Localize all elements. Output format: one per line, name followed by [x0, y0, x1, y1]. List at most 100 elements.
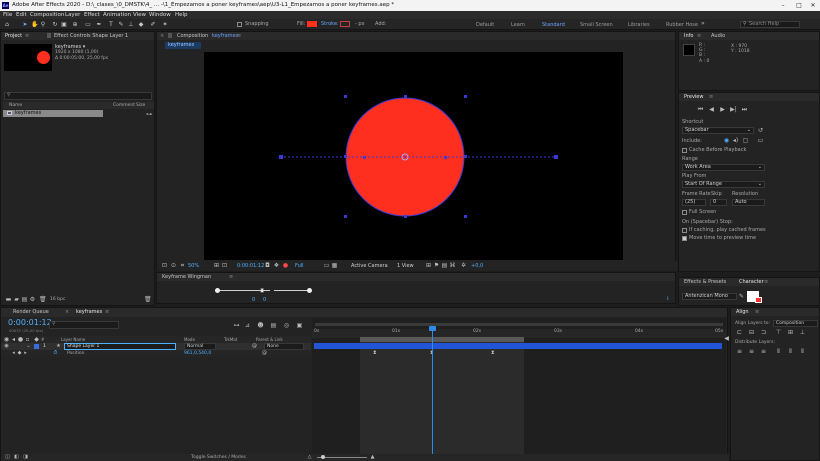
include-video-icon[interactable]: ◉	[723, 137, 730, 144]
tab-audio[interactable]: Audio	[711, 33, 725, 39]
menu-layer[interactable]: Layer	[65, 12, 80, 18]
menu-animation[interactable]: Animation	[103, 12, 131, 18]
comp-viewer-canvas[interactable]	[204, 52, 623, 260]
delete-icon[interactable]: 🗑	[39, 296, 47, 303]
frame-blending-icon[interactable]: ▤	[270, 322, 277, 329]
col-layer-name[interactable]: Layer Name	[61, 337, 85, 342]
home-icon[interactable]: ⌂	[4, 21, 10, 28]
font-family-dropdown[interactable]: Antenzican Mono	[682, 293, 737, 300]
col-parent[interactable]: Parent & Link	[256, 337, 283, 342]
view-layout-dropdown[interactable]: 1 View	[397, 263, 414, 269]
current-time-indicator[interactable]	[429, 326, 436, 331]
mask-visibility-icon[interactable]: ⊙	[170, 262, 177, 269]
workspace-rubber-hose[interactable]: Rubber Hose	[666, 22, 698, 28]
zoom-out-time-icon[interactable]: △	[306, 454, 313, 461]
resolution-dropdown-preview[interactable]: Auto	[732, 199, 765, 206]
time-navigator[interactable]	[315, 323, 723, 326]
workspace-learn[interactable]: Learn	[511, 22, 525, 28]
workspace-small-screen[interactable]: Small Screen	[580, 22, 613, 28]
playhead-line[interactable]	[432, 326, 433, 461]
align-target-dropdown[interactable]: Composition	[773, 320, 818, 327]
keyframe-1[interactable]: ⧗	[373, 350, 377, 356]
workspace-overflow-icon[interactable]: »	[701, 20, 705, 27]
tab-keyframe-wingman[interactable]: Keyframe Wingman	[162, 274, 211, 280]
exposure-value[interactable]: +0,0	[471, 263, 483, 269]
rectangle-tool-icon[interactable]: ▭	[85, 21, 91, 28]
distribute-vcenter-icon[interactable]: ≡	[748, 348, 755, 355]
camera-dropdown[interactable]: Active Camera	[351, 263, 388, 269]
wingman-left-value[interactable]: 0	[252, 297, 255, 303]
distribute-hcenter-icon[interactable]: ⦀	[787, 348, 794, 355]
eyedropper-icon[interactable]: ✎	[738, 293, 745, 300]
include-overlays-icon[interactable]: ▢	[742, 137, 749, 144]
comp-timecode[interactable]: 0:00:01:12	[237, 263, 264, 269]
include-audio-icon[interactable]: ◂)	[732, 137, 739, 144]
resolution-dropdown[interactable]: Full	[295, 263, 304, 269]
distribute-bottom-icon[interactable]: ≡	[760, 348, 767, 355]
reset-exposure-icon[interactable]: ✲	[460, 262, 467, 269]
comp-mini-flowchart-icon[interactable]: ⊶	[233, 322, 240, 329]
cache-before-playback-checkbox[interactable]	[682, 148, 687, 153]
menu-file[interactable]: File	[3, 12, 12, 18]
tab-preview[interactable]: Preview	[684, 94, 703, 100]
grid-icon[interactable]: ⊡	[221, 262, 228, 269]
menu-edit[interactable]: Edit	[16, 12, 27, 18]
stroke-color-swatch[interactable]	[340, 21, 350, 27]
maximize-button[interactable]: □	[792, 1, 806, 10]
if-caching-checkbox[interactable]	[682, 228, 687, 233]
workspace-default[interactable]: Default	[476, 22, 494, 28]
menu-effect[interactable]: Effect	[84, 12, 100, 18]
wingman-right-handle[interactable]	[307, 288, 312, 293]
close-button[interactable]: ✕	[806, 1, 820, 10]
minimize-button[interactable]: –	[776, 1, 790, 10]
add-label[interactable]: Add:	[375, 21, 386, 27]
align-bottom-icon[interactable]: ⊥	[799, 329, 806, 336]
play-icon[interactable]: ▶	[719, 106, 726, 113]
align-menu-icon[interactable]: ≡	[755, 309, 759, 315]
tab-info[interactable]: Info	[684, 33, 693, 39]
tab-effects-presets[interactable]: Effects & Presets	[684, 279, 726, 285]
stopwatch-icon[interactable]: ⏱	[52, 350, 59, 357]
timeline-graph-area[interactable]: 0s 01s 02s 03s 04s 05s ⧗ ⧗ ⧗	[312, 318, 726, 461]
distribute-top-icon[interactable]: ≡	[736, 348, 743, 355]
zoom-tool-icon[interactable]: ⚲	[40, 21, 46, 28]
distribute-right-icon[interactable]: ⦀	[799, 348, 806, 355]
layer-mode-dropdown[interactable]: Normal	[184, 343, 216, 350]
hand-tool-icon[interactable]: ✋	[31, 21, 38, 28]
rotate-tool-icon[interactable]: ↻	[52, 21, 58, 28]
timeline-timecode[interactable]: 0:00:01:12	[8, 318, 52, 327]
brush-tool-icon[interactable]: ✎	[118, 21, 124, 28]
transfer-controls-pane-icon[interactable]: ◧	[13, 454, 20, 461]
character-menu-icon[interactable]: ≡	[764, 279, 768, 285]
property-value[interactable]: 961,0,540,0	[184, 351, 211, 356]
comp-lock-icon[interactable]	[168, 33, 172, 38]
comp-close-icon[interactable]: ×	[160, 33, 164, 39]
comp-flowchart-icon[interactable]: ⊞	[425, 262, 432, 269]
pick-whip-icon[interactable]: @	[251, 343, 258, 350]
stroke-width[interactable]: - px	[355, 21, 365, 27]
comp-menu-icon[interactable]: ≡	[237, 33, 241, 39]
eraser-tool-icon[interactable]: ◆	[138, 21, 144, 28]
fill-color-swatch[interactable]	[307, 21, 317, 27]
shy-layers-icon[interactable]: ☻	[257, 322, 264, 329]
property-pick-whip-icon[interactable]: @	[261, 350, 268, 357]
wingman-right-value[interactable]: 0	[263, 297, 266, 303]
type-tool-icon[interactable]: T	[108, 21, 114, 28]
timeline-icon[interactable]: ▤	[441, 262, 448, 269]
trash-icon[interactable]: 🗑	[144, 296, 152, 303]
lock-icon[interactable]	[47, 33, 51, 38]
property-row-position[interactable]: ◂ ◆ ▸ ⏱ Position 961,0,540,0 @	[1, 350, 311, 357]
search-help-input[interactable]: ⚲ Search Help	[740, 21, 800, 28]
transparency-grid-icon[interactable]: ▦	[331, 262, 338, 269]
tab-keyframes-comp[interactable]: keyframes	[76, 309, 102, 315]
menu-help[interactable]: Help	[175, 12, 188, 18]
snapping-checkbox[interactable]	[237, 22, 242, 27]
comp-marker-bin-icon[interactable]: ◀	[723, 335, 730, 342]
prev-frame-icon[interactable]: ◀	[708, 106, 715, 113]
show-channel-icon[interactable]: ●	[282, 262, 289, 269]
layer-visibility-icon[interactable]: ◉	[3, 343, 10, 350]
align-left-icon[interactable]: ⊏	[736, 329, 743, 336]
solo-switch-icon[interactable]: ●	[17, 336, 24, 343]
tab-align[interactable]: Align	[736, 309, 749, 315]
wingman-right-slider-track[interactable]	[274, 290, 309, 291]
